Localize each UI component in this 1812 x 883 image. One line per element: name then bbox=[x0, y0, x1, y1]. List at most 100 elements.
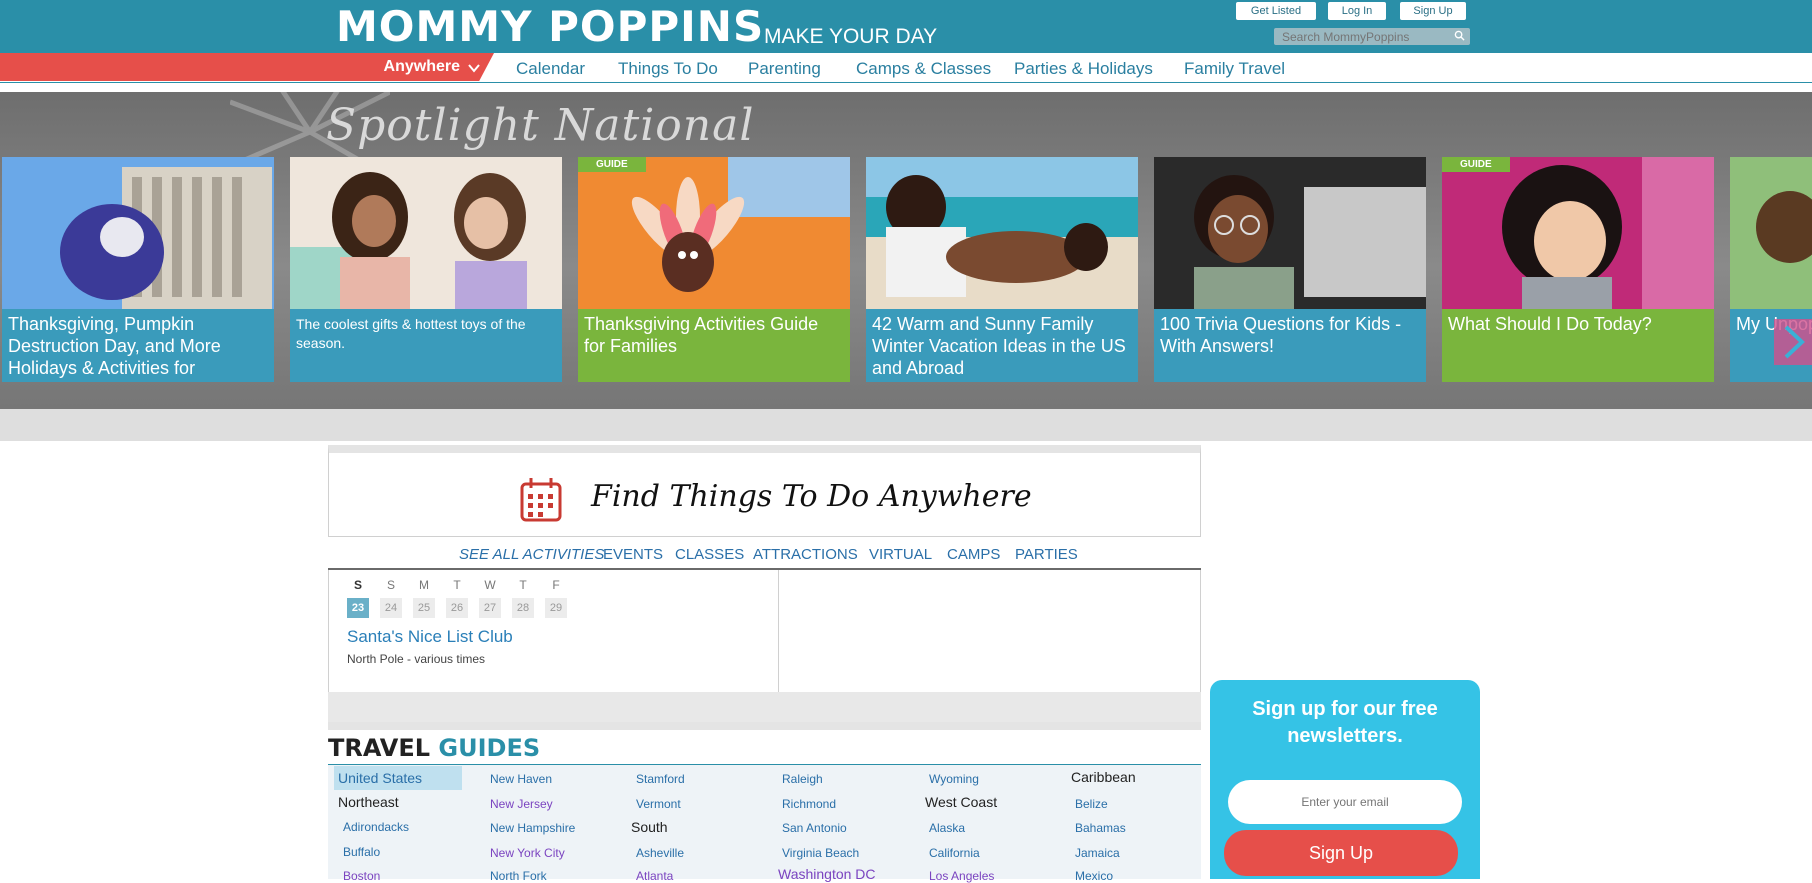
guide-link[interactable]: Bahamas bbox=[1075, 821, 1126, 835]
guide-badge: GUIDE bbox=[578, 157, 646, 172]
spotlight-card[interactable]: GUIDE What Should I Do Today? bbox=[1442, 157, 1714, 382]
card-caption: What Should I Do Today? bbox=[1442, 309, 1714, 382]
event-detail-panel bbox=[779, 570, 1201, 692]
guide-link[interactable]: Atlanta bbox=[636, 869, 673, 883]
guide-link[interactable]: Buffalo bbox=[343, 845, 380, 859]
spotlight-title: Spotlight National bbox=[326, 100, 755, 151]
guide-link[interactable]: Virginia Beach bbox=[782, 846, 859, 860]
tab-virtual[interactable]: VIRTUAL bbox=[869, 546, 932, 563]
card-image bbox=[1442, 157, 1714, 309]
email-field[interactable] bbox=[1228, 780, 1462, 824]
card-caption: The coolest gifts & hottest toys of the … bbox=[290, 309, 562, 382]
chevron-right-icon bbox=[1784, 325, 1805, 359]
tab-attractions[interactable]: ATTRACTIONS bbox=[753, 546, 858, 563]
find-things-title: Find Things To Do Anywhere bbox=[591, 479, 1032, 514]
guide-badge: GUIDE bbox=[1442, 157, 1510, 172]
nav-camps-classes[interactable]: Camps & Classes bbox=[856, 59, 991, 79]
travel-guides-title: TRAVEL GUIDES bbox=[328, 734, 540, 762]
spotlight-carousel: Spotlight National Thanksgiving, Pumpkin… bbox=[0, 92, 1812, 409]
card-image bbox=[578, 157, 850, 309]
guide-link[interactable]: North Fork bbox=[490, 869, 547, 883]
log-in-button[interactable]: Log In bbox=[1328, 2, 1386, 20]
find-things-panel: Find Things To Do Anywhere bbox=[328, 445, 1201, 537]
region-united-states[interactable]: United States bbox=[338, 770, 422, 786]
gray-spacer bbox=[328, 692, 1201, 722]
spotlight-card[interactable]: Thanksgiving, Pumpkin Destruction Day, a… bbox=[2, 157, 274, 382]
nav-things-to-do[interactable]: Things To Do bbox=[618, 59, 718, 79]
card-caption: Thanksgiving Activities Guide for Famili… bbox=[578, 309, 850, 382]
get-listed-button[interactable]: Get Listed bbox=[1236, 2, 1316, 20]
newsletter-sign-up-button[interactable]: Sign Up bbox=[1224, 830, 1458, 876]
guide-link[interactable]: Los Angeles bbox=[929, 869, 994, 883]
guide-link[interactable]: Wyoming bbox=[929, 772, 979, 786]
date-selected[interactable]: 23 bbox=[347, 598, 369, 618]
newsletter-signup: Sign up for our free newsletters. Sign U… bbox=[1210, 680, 1480, 879]
day-header: W bbox=[484, 578, 496, 592]
region-northeast[interactable]: Northeast bbox=[338, 794, 399, 810]
guide-link[interactable]: New Haven bbox=[490, 772, 552, 786]
nav-calendar[interactable]: Calendar bbox=[516, 59, 585, 79]
card-image bbox=[2, 157, 274, 309]
region-south[interactable]: South bbox=[631, 819, 668, 835]
guide-link[interactable]: Alaska bbox=[929, 821, 965, 835]
location-selector[interactable]: Anywhere bbox=[0, 53, 494, 81]
date-button[interactable]: 28 bbox=[512, 598, 534, 618]
card-image bbox=[1154, 157, 1426, 309]
region-west-coast[interactable]: West Coast bbox=[925, 794, 997, 810]
guide-link[interactable]: New Hampshire bbox=[490, 821, 575, 835]
guide-link[interactable]: Stamford bbox=[636, 772, 685, 786]
day-header: M bbox=[419, 578, 429, 592]
event-title-link[interactable]: Santa's Nice List Club bbox=[347, 627, 513, 647]
region-caribbean[interactable]: Caribbean bbox=[1071, 769, 1136, 785]
tab-parties[interactable]: PARTIES bbox=[1015, 546, 1078, 563]
tab-classes[interactable]: CLASSES bbox=[675, 546, 744, 563]
search-input[interactable] bbox=[1274, 28, 1450, 45]
date-button[interactable]: 27 bbox=[479, 598, 501, 618]
sign-up-button[interactable]: Sign Up bbox=[1400, 2, 1466, 20]
spotlight-card[interactable]: The coolest gifts & hottest toys of the … bbox=[290, 157, 562, 382]
spotlight-card[interactable]: 100 Trivia Questions for Kids - With Ans… bbox=[1154, 157, 1426, 382]
nav-parties-holidays[interactable]: Parties & Holidays bbox=[1014, 59, 1153, 79]
day-header: T bbox=[519, 578, 527, 592]
card-caption: 42 Warm and Sunny Family Winter Vacation… bbox=[866, 309, 1138, 382]
travel-guides-title-word-2: GUIDES bbox=[438, 734, 541, 762]
tab-events[interactable]: EVENTS bbox=[603, 546, 663, 563]
date-button[interactable]: 26 bbox=[446, 598, 468, 618]
travel-guides-list: United States Northeast Adirondacks Buff… bbox=[328, 764, 1201, 883]
guide-link[interactable]: Mexico bbox=[1075, 869, 1113, 883]
guide-link[interactable]: Jamaica bbox=[1075, 846, 1120, 860]
spotlight-card[interactable]: GUIDE Thanksgiving Activities Guide for … bbox=[578, 157, 850, 382]
event-calendar-panel: S S M T W T F 23 24 25 26 27 28 29 Santa… bbox=[328, 570, 779, 692]
date-button[interactable]: 29 bbox=[545, 598, 567, 618]
divider-strip bbox=[0, 409, 1812, 441]
guide-link[interactable]: New Jersey bbox=[490, 797, 553, 811]
guide-link[interactable]: Richmond bbox=[782, 797, 836, 811]
card-image bbox=[866, 157, 1138, 309]
tab-camps[interactable]: CAMPS bbox=[947, 546, 1000, 563]
day-header: T bbox=[453, 578, 461, 592]
carousel-next-button[interactable] bbox=[1774, 319, 1812, 365]
guide-link[interactable]: Adirondacks bbox=[343, 820, 409, 834]
guide-link[interactable]: Asheville bbox=[636, 846, 684, 860]
guide-link[interactable]: Boston bbox=[343, 869, 380, 883]
guide-link[interactable]: Washington DC bbox=[778, 866, 876, 882]
tagline: MAKE YOUR DAY bbox=[764, 25, 938, 48]
newsletter-title: Sign up for our free newsletters. bbox=[1252, 698, 1438, 747]
spotlight-card[interactable]: 42 Warm and Sunny Family Winter Vacation… bbox=[866, 157, 1138, 382]
guide-link[interactable]: Vermont bbox=[636, 797, 681, 811]
search-icon[interactable] bbox=[1454, 30, 1465, 41]
guide-link[interactable]: Belize bbox=[1075, 797, 1108, 811]
card-caption: 100 Trivia Questions for Kids - With Ans… bbox=[1154, 309, 1426, 382]
top-header: MOMMY POPPINS MAKE YOUR DAY Get Listed L… bbox=[0, 0, 1812, 53]
nav-family-travel[interactable]: Family Travel bbox=[1184, 59, 1285, 79]
site-logo[interactable]: MOMMY POPPINS bbox=[336, 2, 764, 51]
nav-parenting[interactable]: Parenting bbox=[748, 59, 821, 79]
tab-see-all-activities[interactable]: SEE ALL ACTIVITIES bbox=[459, 546, 604, 563]
guide-link[interactable]: California bbox=[929, 846, 980, 860]
guide-link[interactable]: Raleigh bbox=[782, 772, 823, 786]
date-button[interactable]: 24 bbox=[380, 598, 402, 618]
guide-link[interactable]: New York City bbox=[490, 846, 565, 860]
day-header: F bbox=[552, 578, 560, 592]
guide-link[interactable]: San Antonio bbox=[782, 821, 847, 835]
date-button[interactable]: 25 bbox=[413, 598, 435, 618]
